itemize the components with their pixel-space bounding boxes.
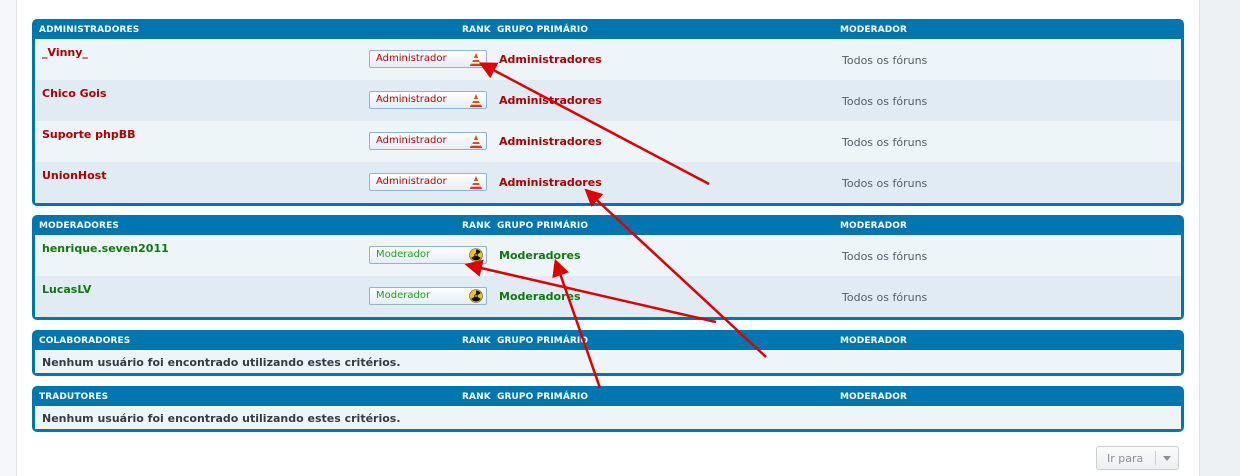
traffic-cone-icon <box>470 94 482 107</box>
table-row: Suporte phpBB Administrador Administrado… <box>35 121 1181 162</box>
section-administradores: ADMINISTRADORES RANK GRUPO PRIMÁRIO MODE… <box>32 19 1184 206</box>
group-link[interactable]: Moderadores <box>499 290 581 303</box>
section-header: COLABORADORES RANK GRUPO PRIMÁRIO MODERA… <box>35 330 1181 350</box>
rank-badge: Administrador <box>369 91 487 109</box>
group-link[interactable]: Administradores <box>499 94 602 107</box>
username-link[interactable]: LucasLV <box>42 283 91 296</box>
empty-message-row: Nenhum usuário foi encontrado utilizando… <box>35 406 1181 429</box>
rank-badge: Administrador <box>369 173 487 191</box>
username-link[interactable]: _Vinny_ <box>42 46 88 59</box>
rank-badge: Administrador <box>369 132 487 150</box>
moderator-column-header: MODERADOR <box>840 25 908 35</box>
username-link[interactable]: UnionHost <box>42 169 107 182</box>
moderator-column-header: MODERADOR <box>840 221 908 231</box>
moderator-cell: Todos os fóruns <box>842 291 928 304</box>
rank-column-header: RANK <box>462 221 491 231</box>
rank-badge: Moderador <box>369 246 487 264</box>
group-column-header: GRUPO PRIMÁRIO <box>497 336 589 346</box>
empty-message: Nenhum usuário foi encontrado utilizando… <box>42 412 401 425</box>
moderator-cell: Todos os fóruns <box>842 54 928 67</box>
username-link[interactable]: Suporte phpBB <box>42 128 136 141</box>
radiation-icon <box>469 248 483 262</box>
empty-message: Nenhum usuário foi encontrado utilizando… <box>42 356 401 369</box>
moderator-column-header: MODERADOR <box>840 336 908 346</box>
username-link[interactable]: Chico Gois <box>42 87 107 100</box>
group-link[interactable]: Moderadores <box>499 249 581 262</box>
traffic-cone-icon <box>470 53 482 66</box>
table-row: Chico Gois Administrador Administradores… <box>35 80 1181 121</box>
rank-column-header: RANK <box>462 392 491 402</box>
group-link[interactable]: Administradores <box>499 176 602 189</box>
traffic-cone-icon <box>470 135 482 148</box>
group-column-header: GRUPO PRIMÁRIO <box>497 25 589 35</box>
group-column-header: GRUPO PRIMÁRIO <box>497 392 589 402</box>
section-title: ADMINISTRADORES <box>39 25 140 35</box>
rank-label: Moderador <box>376 290 431 301</box>
moderator-cell: Todos os fóruns <box>842 177 928 190</box>
rank-column-header: RANK <box>462 336 491 346</box>
section-body: _Vinny_ Administrador Administradores To… <box>35 39 1181 203</box>
jump-to-button[interactable]: Ir para <box>1096 446 1179 470</box>
section-header: TRADUTORES RANK GRUPO PRIMÁRIO MODERADOR <box>35 386 1181 406</box>
table-row: UnionHost Administrador Administradores … <box>35 162 1181 203</box>
username-link[interactable]: henrique.seven2011 <box>42 242 169 255</box>
group-column-header: GRUPO PRIMÁRIO <box>497 221 589 231</box>
jump-separator <box>1155 451 1156 465</box>
section-header: MODERADORES RANK GRUPO PRIMÁRIO MODERADO… <box>35 215 1181 235</box>
traffic-cone-icon <box>470 176 482 189</box>
jump-label: Ir para <box>1107 452 1144 465</box>
table-row: _Vinny_ Administrador Administradores To… <box>35 39 1181 80</box>
chevron-down-icon[interactable] <box>1161 451 1173 465</box>
section-title: MODERADORES <box>39 221 119 231</box>
rank-badge: Administrador <box>369 50 487 68</box>
moderator-cell: Todos os fóruns <box>842 250 928 263</box>
section-tradutores: TRADUTORES RANK GRUPO PRIMÁRIO MODERADOR… <box>32 386 1184 432</box>
rank-badge: Moderador <box>369 287 487 305</box>
right-scroll-region <box>1199 0 1240 476</box>
table-row: henrique.seven2011 Moderador Moderadores… <box>35 235 1181 276</box>
moderator-cell: Todos os fóruns <box>842 95 928 108</box>
empty-message-row: Nenhum usuário foi encontrado utilizando… <box>35 350 1181 373</box>
rank-label: Administrador <box>376 53 447 64</box>
section-colaboradores: COLABORADORES RANK GRUPO PRIMÁRIO MODERA… <box>32 330 1184 376</box>
section-body: henrique.seven2011 Moderador Moderadores… <box>35 235 1181 317</box>
moderator-cell: Todos os fóruns <box>842 136 928 149</box>
rank-label: Administrador <box>376 135 447 146</box>
section-title: TRADUTORES <box>39 392 109 402</box>
rank-label: Administrador <box>376 94 447 105</box>
rank-column-header: RANK <box>462 25 491 35</box>
radiation-icon <box>469 289 483 303</box>
section-moderadores: MODERADORES RANK GRUPO PRIMÁRIO MODERADO… <box>32 215 1184 320</box>
section-title: COLABORADORES <box>39 336 131 346</box>
rank-label: Moderador <box>376 249 431 260</box>
section-header: ADMINISTRADORES RANK GRUPO PRIMÁRIO MODE… <box>35 19 1181 39</box>
moderator-column-header: MODERADOR <box>840 392 908 402</box>
group-link[interactable]: Administradores <box>499 135 602 148</box>
rank-label: Administrador <box>376 176 447 187</box>
table-row: LucasLV Moderador Moderadores Todos os f… <box>35 276 1181 317</box>
group-link[interactable]: Administradores <box>499 53 602 66</box>
